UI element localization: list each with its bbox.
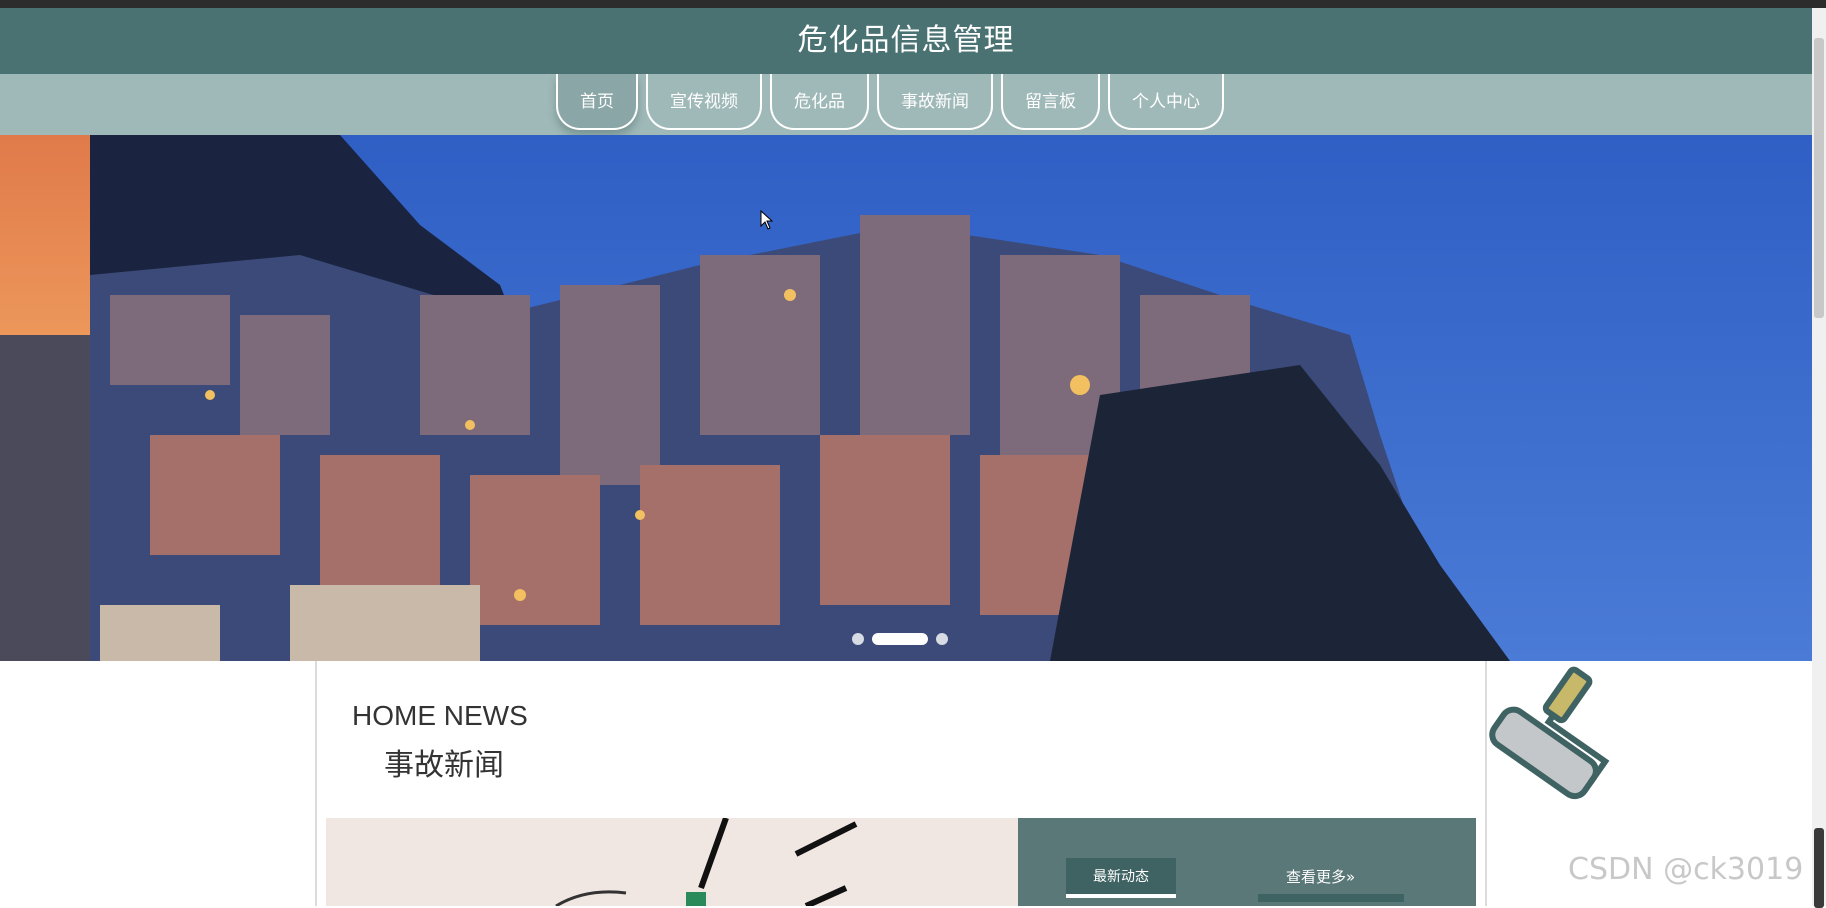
nav-item-message-board[interactable]: 留言板 [1001, 74, 1100, 130]
nav-item-personal-center[interactable]: 个人中心 [1108, 74, 1224, 130]
nav-menu: 首页 宣传视频 危化品 事故新闻 留言板 个人中心 [556, 74, 1232, 135]
scrollbar-thumb[interactable] [1814, 38, 1824, 318]
site-title: 危化品信息管理 [797, 23, 1015, 58]
news-feature-image[interactable] [326, 818, 1018, 906]
news-list-panel: 最新动态 查看更多» [1018, 818, 1476, 906]
content-left-border [315, 661, 317, 906]
hero-banner-carousel[interactable] [0, 135, 1812, 661]
site-header: 危化品信息管理 [0, 8, 1812, 74]
paint-roller-icon [1450, 660, 1630, 844]
mouse-pointer-icon [760, 209, 774, 234]
carousel-dot-3[interactable] [936, 633, 948, 645]
view-more-link[interactable]: 查看更多» [1286, 866, 1355, 887]
news-section-title-cn: 事故新闻 [384, 748, 504, 783]
nav-item-accident-news[interactable]: 事故新闻 [877, 74, 993, 130]
tab-latest-news[interactable]: 最新动态 [1066, 858, 1176, 898]
main-navbar: 首页 宣传视频 危化品 事故新闻 留言板 个人中心 [0, 74, 1812, 135]
banner-image [0, 135, 1812, 661]
nav-item-hazardous-chemicals[interactable]: 危化品 [770, 74, 869, 130]
carousel-dot-2[interactable] [872, 633, 928, 645]
news-section-title-en: HOME NEWS [352, 700, 528, 731]
carousel-indicators [852, 633, 948, 645]
nav-item-home[interactable]: 首页 [556, 74, 638, 130]
scrollbar-handle[interactable] [1814, 828, 1824, 908]
window-top-edge [0, 0, 1826, 8]
carousel-dot-1[interactable] [852, 633, 864, 645]
csdn-watermark: CSDN @ck3019 [1568, 852, 1804, 887]
view-more-underline [1258, 894, 1404, 902]
page-scrollbar[interactable] [1812, 8, 1826, 908]
nav-item-promo-video[interactable]: 宣传视频 [646, 74, 762, 130]
